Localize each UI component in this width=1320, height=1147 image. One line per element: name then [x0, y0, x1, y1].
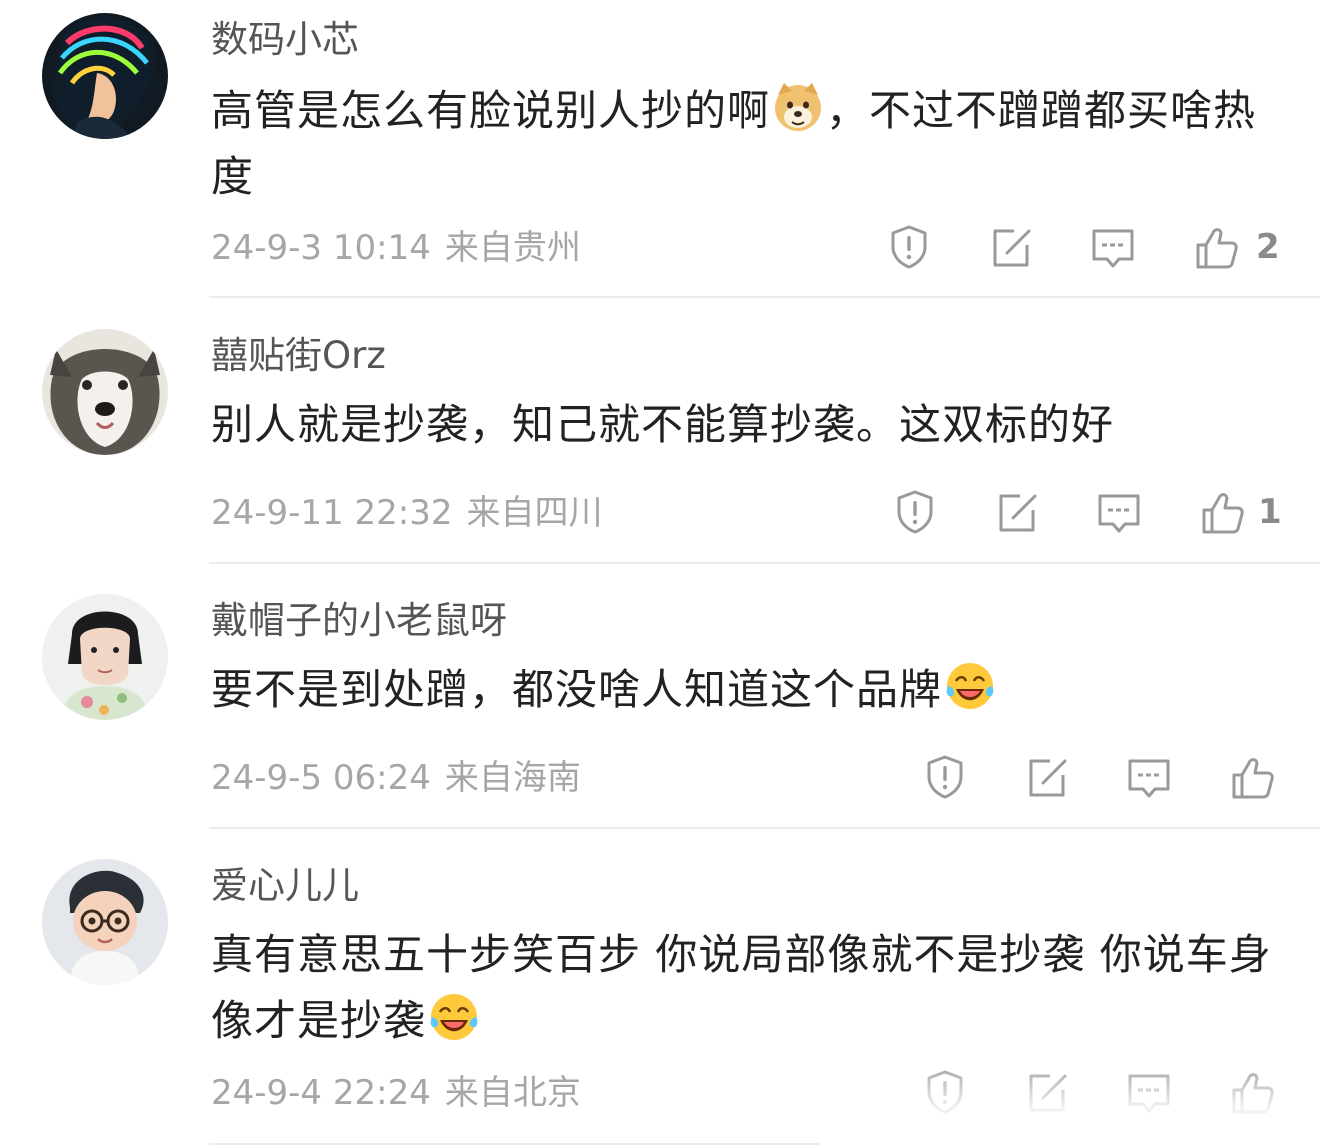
report-icon[interactable] [921, 753, 969, 801]
reply-icon[interactable] [1095, 488, 1143, 536]
comment-text: 别人就是抄袭，知己就不能算抄袭。这双标的好 [211, 392, 1291, 458]
comment-text-part: 真有意思五十步笑百步 你说局部像就不是抄袭 你说车身像才是抄袭 [211, 930, 1272, 1045]
repost-icon[interactable] [993, 488, 1041, 536]
laugh-cry-emoji [944, 660, 996, 712]
reply-icon[interactable] [1089, 223, 1137, 271]
comment-meta: 24-9-4 22:24 来自北京 [211, 1073, 581, 1113]
comment-actions: 2 [885, 223, 1305, 271]
thumbs-up-icon[interactable] [1227, 753, 1275, 801]
comment-actions: 1 [891, 488, 1311, 536]
like-count: 1 [1258, 492, 1282, 532]
thumbs-up-icon[interactable] [1191, 223, 1239, 271]
comment-text: 高管是怎么有脸说别人抄的啊 ，不过不蹭蹭都买啥热度 [211, 78, 1291, 210]
comment-actions [921, 753, 1281, 801]
avatar[interactable] [42, 329, 168, 455]
comment-location: 来自贵州 [444, 228, 581, 268]
comment-text-part: 要不是到处蹭，都没啥人知道这个品牌 [211, 665, 943, 714]
laugh-cry-emoji [428, 991, 480, 1043]
avatar[interactable] [42, 594, 168, 720]
username[interactable]: 数码小芯 [211, 18, 359, 62]
divider [209, 562, 1320, 564]
comment-text-part: 别人就是抄袭，知己就不能算抄袭。这双标的好 [211, 400, 1115, 449]
doge-emoji [772, 81, 824, 133]
like-count: 2 [1256, 227, 1280, 267]
avatar[interactable] [42, 13, 168, 139]
comment-meta: 24-9-11 22:32 来自四川 [211, 493, 603, 533]
comment-date: 24-9-11 22:32 [211, 493, 453, 533]
comment-meta: 24-9-3 10:14 来自贵州 [211, 228, 581, 268]
report-icon[interactable] [891, 488, 939, 536]
repost-icon[interactable] [987, 223, 1035, 271]
comment-location: 来自北京 [444, 1073, 581, 1113]
comment-meta: 24-9-5 06:24 来自海南 [211, 758, 581, 798]
comment-text: 要不是到处蹭，都没啥人知道这个品牌 [211, 657, 1291, 723]
comment-text: 真有意思五十步笑百步 你说局部像就不是抄袭 你说车身像才是抄袭 [211, 922, 1291, 1054]
divider [209, 827, 1320, 829]
reply-icon[interactable] [1125, 753, 1173, 801]
thumbs-up-icon[interactable] [1197, 488, 1245, 536]
comment-text-part: 高管是怎么有脸说别人抄的啊 [211, 86, 771, 135]
comment-date: 24-9-3 10:14 [211, 228, 431, 268]
username[interactable]: 囍贴街Orz [211, 334, 386, 378]
username[interactable]: 戴帽子的小老鼠呀 [211, 599, 507, 643]
bottom-fade-overlay [820, 1058, 1320, 1147]
username[interactable]: 爱心儿儿 [211, 864, 359, 908]
comment-date: 24-9-4 22:24 [211, 1073, 431, 1113]
divider [209, 296, 1320, 298]
comment-location: 来自海南 [444, 758, 581, 798]
comment-location: 来自四川 [466, 493, 603, 533]
report-icon[interactable] [885, 223, 933, 271]
avatar[interactable] [42, 859, 168, 985]
repost-icon[interactable] [1023, 753, 1071, 801]
comment-date: 24-9-5 06:24 [211, 758, 431, 798]
